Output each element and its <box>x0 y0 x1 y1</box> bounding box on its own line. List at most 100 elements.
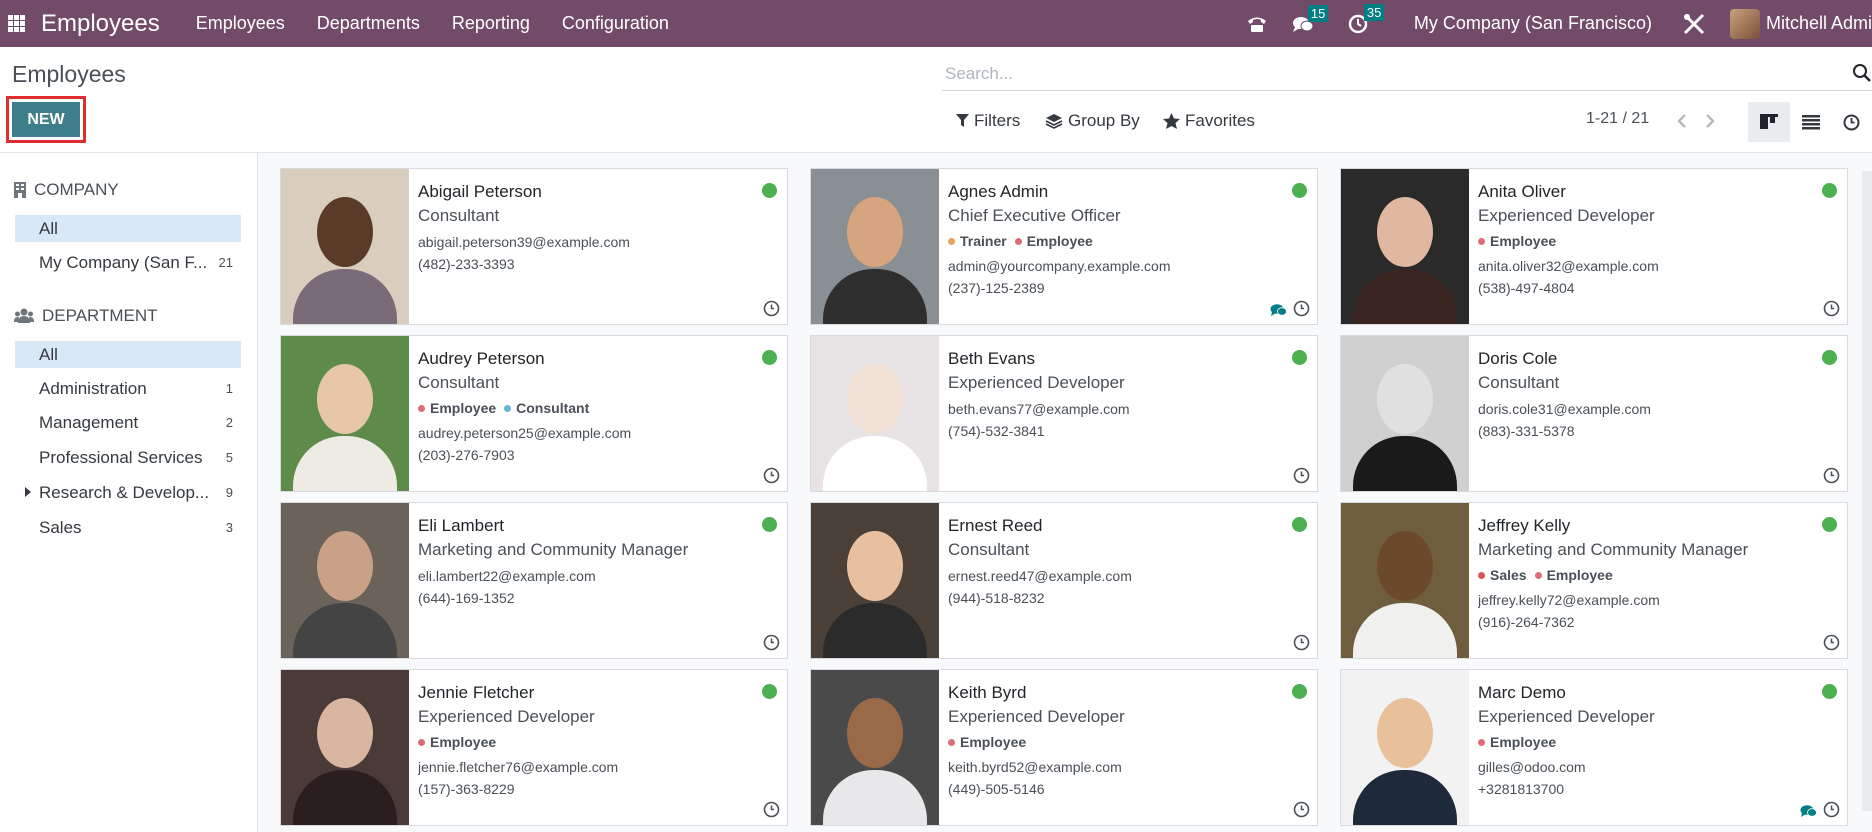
pager-next-icon[interactable] <box>1704 113 1716 129</box>
search-input[interactable] <box>945 63 1825 84</box>
employee-card[interactable]: Agnes Admin Chief Executive Officer Traine… <box>810 168 1318 325</box>
employee-job-title: Consultant <box>1478 373 1560 392</box>
activity-clock-icon[interactable] <box>1823 300 1840 317</box>
employee-job-title: Consultant <box>948 540 1030 559</box>
employee-tag: Sales <box>1478 564 1527 586</box>
employee-email: keith.byrd52@example.com <box>948 759 1122 775</box>
activity-clock-icon[interactable] <box>1823 801 1840 818</box>
activity-view-button[interactable] <box>1830 102 1872 142</box>
phone-icon[interactable] <box>1246 14 1268 34</box>
employee-job-title: Experienced Developer <box>418 707 595 726</box>
activity-clock-icon[interactable] <box>1293 467 1310 484</box>
kanban-view-button[interactable] <box>1748 102 1790 142</box>
presence-status-icon <box>1822 183 1837 198</box>
department-administration[interactable]: Administration 1 <box>15 375 241 402</box>
employee-card[interactable]: Anita Oliver Experienced Developer Employe… <box>1340 168 1848 325</box>
employee-card[interactable]: Keith Byrd Experienced Developer Employee k… <box>810 669 1318 826</box>
chat-icon[interactable] <box>1270 303 1287 317</box>
employee-job-title: Marketing and Community Manager <box>418 540 689 559</box>
employee-card[interactable]: Jeffrey Kelly Marketing and Community Man… <box>1340 502 1848 659</box>
activity-clock-icon[interactable] <box>1293 300 1310 317</box>
new-button[interactable]: NEW <box>12 102 80 137</box>
presence-status-icon <box>1822 350 1837 365</box>
search-icon[interactable] <box>1852 63 1872 83</box>
employee-photo <box>811 503 939 658</box>
search-panel: COMPANY All My Company (San F... 21 DEPA… <box>0 153 258 832</box>
employee-photo <box>1341 670 1469 825</box>
chat-icon[interactable] <box>1800 804 1817 818</box>
filters-button[interactable]: Filters <box>956 111 1020 131</box>
employee-name: Audrey Peterson <box>418 349 545 368</box>
top-navbar: Employees Employees Departments Reportin… <box>0 0 1872 47</box>
debug-tools-icon[interactable] <box>1682 12 1706 36</box>
group-by-button[interactable]: Group By <box>1045 111 1140 131</box>
employee-email: admin@yourcompany.example.com <box>948 258 1171 274</box>
employee-phone: (944)-518-8232 <box>948 590 1045 606</box>
employee-job-title: Experienced Developer <box>1478 707 1655 726</box>
company-all[interactable]: All <box>15 215 241 242</box>
company-my-company[interactable]: My Company (San F... 21 <box>15 249 241 276</box>
user-avatar[interactable] <box>1729 8 1760 39</box>
activity-clock-icon[interactable] <box>763 300 780 317</box>
activities-icon[interactable]: 35 <box>1348 3 1385 34</box>
employee-card[interactable]: Eli Lambert Marketing and Community Manag… <box>280 502 788 659</box>
app-name[interactable]: Employees <box>41 10 160 38</box>
department-research-development[interactable]: Research & Develop... 9 <box>15 479 241 506</box>
activity-clock-icon[interactable] <box>1293 801 1310 818</box>
user-menu[interactable]: Mitchell Admi <box>1766 13 1872 34</box>
menu-departments[interactable]: Departments <box>301 13 436 34</box>
employee-photo <box>811 670 939 825</box>
employee-tags: Employee <box>418 731 747 753</box>
employee-email: anita.oliver32@example.com <box>1478 258 1659 274</box>
list-view-button[interactable] <box>1790 102 1832 142</box>
favorites-button[interactable]: Favorites <box>1163 111 1255 131</box>
building-icon <box>14 182 26 198</box>
department-professional-services[interactable]: Professional Services 5 <box>15 444 241 471</box>
activity-clock-icon[interactable] <box>1823 467 1840 484</box>
department-sales[interactable]: Sales 3 <box>15 514 241 541</box>
presence-status-icon <box>762 684 777 699</box>
department-all[interactable]: All <box>15 341 241 368</box>
employee-phone: (203)-276-7903 <box>418 447 515 463</box>
menu-configuration[interactable]: Configuration <box>546 13 685 34</box>
employee-card[interactable]: Ernest Reed Consultant ernest.reed47@examp… <box>810 502 1318 659</box>
employee-card[interactable]: Abigail Peterson Consultant abigail.peters… <box>280 168 788 325</box>
activity-clock-icon[interactable] <box>763 634 780 651</box>
employee-email: eli.lambert22@example.com <box>418 568 596 584</box>
activity-clock-icon[interactable] <box>763 801 780 818</box>
control-panel: Employees NEW Filters Group By Favorites… <box>0 47 1872 153</box>
presence-status-icon <box>1292 684 1307 699</box>
activity-clock-icon[interactable] <box>1823 634 1840 651</box>
employee-tag: Employee <box>418 731 496 753</box>
vertical-scrollbar[interactable] <box>1862 171 1872 811</box>
employee-card[interactable]: Marc Demo Experienced Developer Employee gi… <box>1340 669 1848 826</box>
employee-card[interactable]: Audrey Peterson Consultant Employee Consult… <box>280 335 788 492</box>
presence-status-icon <box>762 350 777 365</box>
employee-tag: Consultant <box>504 397 589 419</box>
employee-phone: (883)-331-5378 <box>1478 423 1575 439</box>
employee-photo <box>1341 503 1469 658</box>
employee-card[interactable]: Beth Evans Experienced Developer beth.evan… <box>810 335 1318 492</box>
employee-name: Jennie Fletcher <box>418 683 535 702</box>
menu-reporting[interactable]: Reporting <box>436 13 546 34</box>
messages-icon[interactable]: 15 <box>1292 4 1329 33</box>
menu-employees[interactable]: Employees <box>180 13 301 34</box>
employee-name: Ernest Reed <box>948 516 1043 535</box>
activity-clock-icon[interactable] <box>1293 634 1310 651</box>
employee-card[interactable]: Jennie Fletcher Experienced Developer Empl… <box>280 669 788 826</box>
activities-badge: 35 <box>1363 3 1385 21</box>
employee-phone: (644)-169-1352 <box>418 590 515 606</box>
employee-tags: Employee Consultant <box>418 397 747 419</box>
caret-right-icon[interactable] <box>25 487 31 497</box>
employee-name: Jeffrey Kelly <box>1478 516 1571 535</box>
department-management[interactable]: Management 2 <box>15 409 241 436</box>
pager-value[interactable]: 1-21 / 21 <box>1586 110 1649 128</box>
employee-card[interactable]: Doris Cole Consultant doris.cole31@example… <box>1340 335 1848 492</box>
pager-previous-icon[interactable] <box>1676 113 1688 129</box>
employee-job-title: Consultant <box>418 373 500 392</box>
app-menu-icon[interactable] <box>8 15 25 32</box>
company-heading: COMPANY <box>14 180 119 200</box>
activity-clock-icon[interactable] <box>763 467 780 484</box>
company-switcher[interactable]: My Company (San Francisco) <box>1414 13 1652 34</box>
employee-phone: (237)-125-2389 <box>948 280 1045 296</box>
